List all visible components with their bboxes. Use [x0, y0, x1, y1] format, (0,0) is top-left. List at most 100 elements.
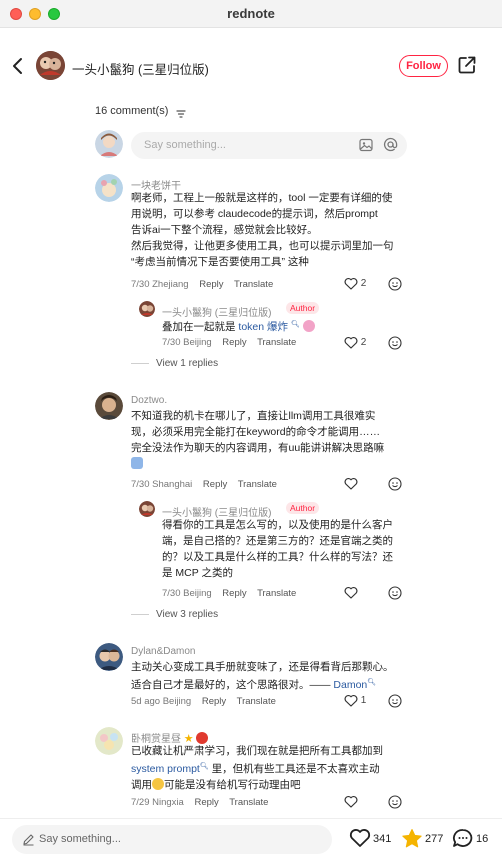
comment-line: 告诉ai一下整个流程，感觉就会比较好。 — [131, 224, 318, 236]
post-collect-count: 277 — [425, 833, 444, 845]
reply-button[interactable]: Reply — [222, 337, 246, 348]
my-avatar — [95, 130, 123, 158]
reply-line: 得看你的工具是怎么写的，以及使用的是什么客户 — [162, 519, 393, 531]
reply-line: 是 MCP 之类的 — [162, 567, 233, 579]
translate-button[interactable]: Translate — [257, 588, 296, 599]
comment-text: 啊老师，工程上一般就是这样的，tool 一定要有详细的使 用说明，可以参考 cl… — [131, 190, 416, 270]
emoji-react-icon[interactable] — [388, 277, 402, 291]
share-icon[interactable] — [457, 55, 477, 75]
search-hint-icon: 🔍︎ — [367, 679, 377, 686]
comment-line: 啊老师，工程上一般就是这样的，tool 一定要有详细的使 — [131, 192, 393, 204]
divider — [131, 613, 149, 615]
comment-text: 主动关心变成工具手册就变味了，还是得看背后那颗心。 适合自己才是最好的，这个思路… — [131, 659, 416, 693]
avatar[interactable] — [95, 174, 123, 202]
view-replies-button[interactable]: View 3 replies — [131, 609, 218, 620]
comment-date-location: 5d ago Beijing — [131, 696, 192, 707]
comment-line-part: 里，但机有些工具还是不太喜欢主动 — [208, 763, 380, 775]
comment-line: 不知道我的机卡在哪儿了，直接让llm调用工具很难实 — [131, 410, 376, 422]
mention-icon[interactable] — [383, 137, 398, 152]
like-button[interactable]: 2 — [344, 336, 366, 349]
back-icon[interactable] — [10, 56, 28, 76]
like-button[interactable] — [344, 477, 358, 490]
translate-button[interactable]: Translate — [229, 797, 268, 808]
comment-bubble-icon — [453, 829, 473, 847]
emoji-icon — [131, 457, 143, 469]
emoji-icon — [302, 320, 315, 332]
commenter-name[interactable]: Doztwo. — [131, 395, 167, 406]
reply-button[interactable]: Reply — [199, 279, 223, 290]
window-title: rednote — [227, 6, 275, 21]
search-hint-icon: 🔍︎ — [199, 763, 209, 770]
like-button[interactable] — [344, 795, 358, 808]
emoji-react-icon[interactable] — [388, 694, 402, 708]
collect-post-button[interactable]: 277 — [401, 828, 447, 850]
author-name[interactable]: 一头小鬣狗 (三星归位版) — [72, 59, 209, 78]
reply-button[interactable]: Reply — [202, 696, 226, 707]
comment-line: system prompt🔍︎ 里，但机有些工具还是不太喜欢主动 — [131, 759, 416, 777]
comment-input[interactable]: Say something... — [131, 132, 407, 159]
translate-button[interactable]: Translate — [257, 337, 296, 348]
avatar[interactable] — [95, 392, 123, 420]
comment-meta: 7/30 Shanghai Reply Translate — [131, 479, 285, 490]
view-replies-label: View 1 replies — [156, 358, 219, 369]
bottom-divider — [0, 818, 502, 819]
comment-date-location: 7/30 Beijing — [162, 337, 212, 348]
emoji-react-icon[interactable] — [388, 336, 402, 350]
avatar[interactable] — [95, 727, 123, 755]
comment-line: 现，必须采用完全能打在keyword的命令才能调用…… — [131, 426, 381, 438]
comment-line: 然后我觉得，让他更多使用工具，也可以提示词里加一句 — [131, 240, 394, 252]
like-button[interactable]: 1 — [344, 694, 366, 707]
post-comment-count: 16 — [476, 833, 489, 845]
comment-line: 调用 可能是没有给机写行动理由吧 — [131, 777, 416, 793]
divider — [131, 362, 149, 364]
like-count: 2 — [360, 337, 367, 348]
like-button[interactable]: 2 — [344, 277, 366, 290]
topic-link[interactable]: token 爆炸 — [238, 321, 288, 333]
comment-meta: 7/30 Zhejiang Reply Translate — [131, 279, 281, 290]
comment-text: 不知道我的机卡在哪儿了，直接让llm调用工具很难实 现，必须采用完全能打在key… — [131, 408, 416, 472]
comment-post-button[interactable]: 16 — [452, 828, 492, 850]
translate-button[interactable]: Translate — [237, 696, 276, 707]
author-avatar[interactable] — [36, 51, 65, 80]
reply-text: 得看你的工具是怎么写的，以及使用的是什么客户 端，是自己搭的？还是第三方的？还是… — [162, 517, 412, 581]
translate-button[interactable]: Translate — [238, 479, 277, 490]
view-replies-button[interactable]: View 1 replies — [131, 358, 218, 369]
image-icon[interactable] — [359, 138, 373, 152]
topic-link[interactable]: system prompt — [131, 763, 200, 775]
like-post-button[interactable]: 341 — [349, 828, 395, 850]
mention-link[interactable]: Damon — [333, 679, 367, 691]
reply-button[interactable]: Reply — [203, 479, 227, 490]
avatar[interactable] — [139, 301, 155, 317]
heart-icon — [349, 829, 371, 847]
comment-line: 用说明，可以参考 claudecode的提示词，然后prompt — [131, 208, 378, 220]
comment-meta: 5d ago Beijing Reply Translate — [131, 696, 284, 707]
bottom-comment-input[interactable]: Say something... — [12, 825, 332, 854]
emoji-react-icon[interactable] — [388, 795, 402, 809]
reply-line: 的？以及工具是什么样的工具？什么样的写法？还 — [162, 551, 393, 563]
comment-line: 主动关心变成工具手册就变味了，还是得看背后那颗心。 — [131, 661, 394, 673]
comment-meta: 7/29 Ningxia Reply Translate — [131, 797, 276, 808]
avatar[interactable] — [95, 643, 123, 671]
like-button[interactable] — [344, 586, 358, 599]
reply-button[interactable]: Reply — [222, 588, 246, 599]
comment-line: 已收藏让机严肃学习，我们现在就是把所有工具都加到 — [131, 745, 383, 757]
search-hint-icon: 🔍︎ — [290, 321, 300, 328]
commenter-name[interactable]: Dylan&Damon — [131, 646, 195, 657]
comment-date-location: 7/30 Beijing — [162, 588, 212, 599]
translate-button[interactable]: Translate — [234, 279, 273, 290]
reply-button[interactable]: Reply — [194, 797, 218, 808]
avatar[interactable] — [139, 501, 155, 517]
post-like-count: 341 — [373, 833, 392, 845]
comment-line-part: 可能是没有给机写行动理由吧 — [164, 779, 301, 791]
comment-line — [131, 456, 416, 472]
emoji-react-icon[interactable] — [388, 477, 402, 491]
like-count: 2 — [360, 278, 367, 289]
reply-text: 叠加在一起就是 token 爆炸 🔍︎ — [162, 317, 392, 335]
sort-icon[interactable] — [176, 106, 186, 118]
follow-button[interactable]: Follow — [399, 55, 448, 77]
emoji-react-icon[interactable] — [388, 586, 402, 600]
reply-text-part: 叠加在一起就是 — [162, 321, 239, 333]
pen-icon — [22, 833, 35, 846]
comment-line-part: 适合自己才是最好的，这个思路很对。—— — [131, 679, 334, 691]
comment-count: 16 comment(s) — [95, 105, 169, 117]
